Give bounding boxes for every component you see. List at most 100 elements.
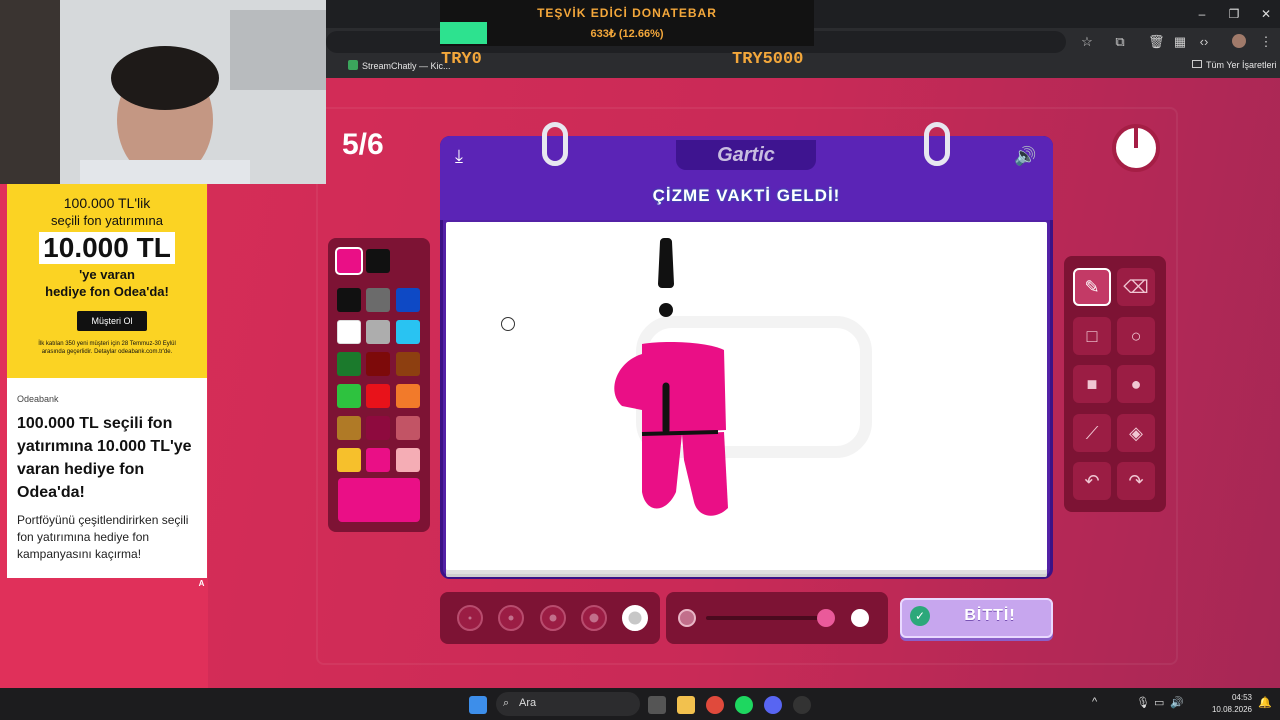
color-swatch[interactable] xyxy=(396,352,420,376)
ad-choices-icon[interactable]: A xyxy=(196,578,207,589)
ad-title[interactable]: 100.000 TL seçili fon yatırımına 10.000 … xyxy=(17,412,201,504)
file-explorer-icon[interactable] xyxy=(677,696,695,714)
color-swatch[interactable] xyxy=(366,352,390,376)
brush-size-4[interactable] xyxy=(581,605,607,631)
restore-button[interactable]: ❐ xyxy=(1218,4,1250,24)
bookmark-streamchatly[interactable]: StreamChatly — Kic... xyxy=(348,60,451,71)
brush-cursor xyxy=(501,317,515,331)
streamchatly-icon xyxy=(348,60,358,70)
color-swatch[interactable] xyxy=(337,352,361,376)
donation-max: TRY5000 xyxy=(732,50,804,69)
volume-icon[interactable]: 🔊 xyxy=(1170,696,1184,709)
ad-body: Portföyünü çeşitlendirirken seçili fon y… xyxy=(17,513,189,561)
color-swatch[interactable] xyxy=(366,416,390,440)
app-icon[interactable] xyxy=(793,696,811,714)
donation-min: TRY0 xyxy=(441,50,482,69)
brush-size-5[interactable] xyxy=(622,605,648,631)
redo-icon[interactable]: ↷ xyxy=(1117,462,1155,500)
devtools-icon[interactable]: ‹› xyxy=(1196,34,1212,50)
color-swatch[interactable] xyxy=(396,416,420,440)
task-view-icon[interactable] xyxy=(648,696,666,714)
stroke-arm xyxy=(614,354,642,410)
discord-icon[interactable] xyxy=(764,696,782,714)
ad-advertiser: Odeabank xyxy=(17,394,59,404)
chrome-icon[interactable] xyxy=(706,696,724,714)
stroke-leg-right xyxy=(682,432,728,516)
color-swatch[interactable] xyxy=(396,384,420,408)
download-icon[interactable]: ⤓ xyxy=(455,146,463,167)
rectangle-icon[interactable]: □ xyxy=(1073,317,1111,355)
eraser-icon[interactable]: ⌫ xyxy=(1117,268,1155,306)
opacity-slider-handle[interactable] xyxy=(817,609,835,627)
drawing-canvas[interactable] xyxy=(446,222,1047,570)
color-swatch[interactable] xyxy=(366,384,390,408)
color-swatch[interactable] xyxy=(337,416,361,440)
timer-hand xyxy=(1134,128,1138,148)
stroke-dot xyxy=(659,303,673,317)
color-swatch[interactable] xyxy=(337,448,361,472)
color-swatch[interactable] xyxy=(337,320,361,344)
color-swatch[interactable] xyxy=(366,288,390,312)
color-swatch[interactable] xyxy=(337,288,361,312)
star-icon[interactable]: ☆ xyxy=(1079,34,1095,50)
binder-ring-right xyxy=(924,122,950,166)
canvas-drawing xyxy=(614,238,872,516)
minimize-button[interactable]: – xyxy=(1186,4,1218,24)
opacity-min-icon xyxy=(678,609,696,627)
trash-icon[interactable]: 🗑 xyxy=(1148,34,1165,50)
ad-cta-button[interactable]: Müşteri Ol xyxy=(77,311,147,331)
color-swatch[interactable] xyxy=(366,320,390,344)
taskbar-search[interactable] xyxy=(496,692,640,716)
notification-icon[interactable]: 🔔 xyxy=(1258,696,1272,709)
microphone-icon[interactable]: 🎙 xyxy=(1136,696,1150,709)
brush-size-3[interactable] xyxy=(540,605,566,631)
pencil-icon[interactable]: ✎ xyxy=(1073,268,1111,306)
line-icon[interactable]: ⟋ xyxy=(1073,414,1111,452)
ad-headline-1: 100.000 TL'lik xyxy=(63,195,151,211)
opacity-slider[interactable] xyxy=(706,616,826,620)
undo-icon[interactable]: ↶ xyxy=(1073,462,1111,500)
bookmark-all[interactable]: Tüm Yer İşaretleri xyxy=(1192,60,1277,70)
brush-size-1[interactable] xyxy=(457,605,483,631)
stroke-leg-left xyxy=(642,432,682,509)
fill-bucket-icon[interactable]: ◈ xyxy=(1117,414,1155,452)
circle-icon[interactable]: ○ xyxy=(1117,317,1155,355)
tray-chevron-icon[interactable]: ^ xyxy=(1092,696,1097,708)
spotify-icon[interactable] xyxy=(735,696,753,714)
folder-icon xyxy=(1192,60,1202,68)
network-icon[interactable]: ▭ xyxy=(1154,696,1164,709)
brush-size-2[interactable] xyxy=(498,605,524,631)
check-icon: ✓ xyxy=(910,606,930,626)
donation-bar: TEŞVİK EDİCİ DONATEBAR 633₺ (12.66%) xyxy=(440,0,814,46)
tray-date[interactable]: 10.08.2026 xyxy=(1200,705,1252,714)
close-window-button[interactable]: ✕ xyxy=(1250,4,1280,24)
taskbar xyxy=(0,688,1280,720)
ad-headline-3: 'ye varan xyxy=(79,267,135,282)
color-swatch[interactable] xyxy=(396,288,420,312)
color-swatch[interactable] xyxy=(366,249,390,273)
filled-circle-icon[interactable]: ● xyxy=(1117,365,1155,403)
color-swatch[interactable] xyxy=(396,448,420,472)
donation-title: TEŞVİK EDİCİ DONATEBAR xyxy=(537,6,717,20)
search-icon: ⌕ xyxy=(503,697,510,709)
webcam-image xyxy=(0,0,326,184)
filled-rectangle-icon[interactable]: ■ xyxy=(1073,365,1111,403)
profile-avatar[interactable] xyxy=(1232,34,1246,48)
color-swatch[interactable] xyxy=(396,320,420,344)
color-swatch[interactable] xyxy=(337,384,361,408)
extensions-icon[interactable]: ⧉ xyxy=(1112,34,1128,50)
color-swatch[interactable] xyxy=(366,448,390,472)
current-color-preview[interactable] xyxy=(338,478,420,522)
stroke-belt xyxy=(641,430,719,436)
windows-start-icon[interactable] xyxy=(469,696,487,714)
donation-amount: 633₺ (12.66%) xyxy=(590,28,664,40)
stroke-exclamation xyxy=(658,238,674,288)
tray-time[interactable]: 04:53 xyxy=(1200,693,1252,702)
speaker-icon[interactable]: 🔊 xyxy=(1014,146,1036,167)
ad-headline-2: seçili fon yatırımına xyxy=(51,213,163,228)
ad-fine-print: İlk katılan 350 yeni müşteri için 28 Tem… xyxy=(38,341,176,355)
grid-icon[interactable]: ▦ xyxy=(1172,34,1188,50)
headline: ÇİZME VAKTİ GELDİ! xyxy=(652,186,841,205)
menu-icon[interactable]: ⋮ xyxy=(1258,34,1274,50)
color-swatch[interactable] xyxy=(335,247,363,275)
